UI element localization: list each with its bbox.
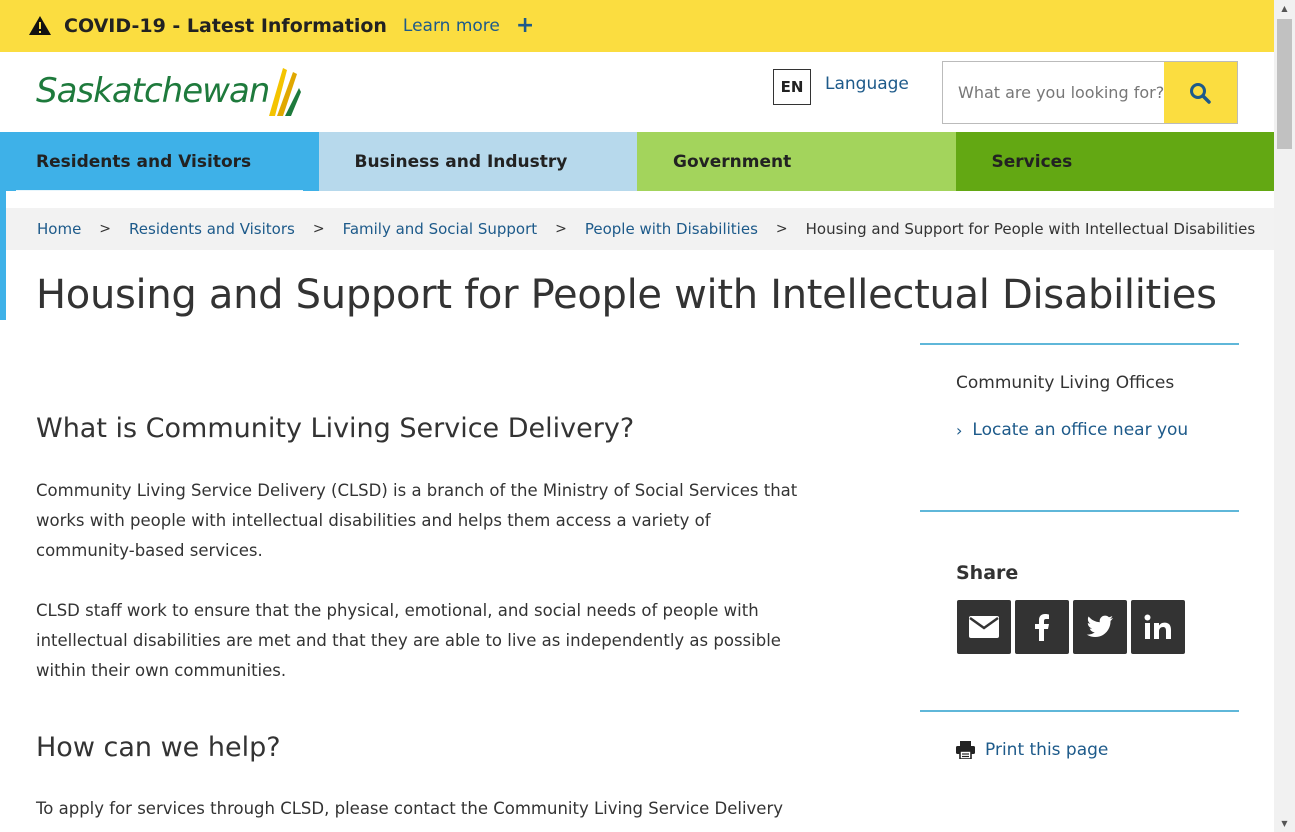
nav-active-underline: [16, 190, 303, 191]
print-page-label: Print this page: [985, 740, 1109, 760]
language-code-badge[interactable]: EN: [773, 69, 811, 105]
share-twitter-button[interactable]: [1073, 600, 1127, 654]
linkedin-icon: [1144, 614, 1171, 639]
nav-label: Government: [673, 151, 792, 172]
warning-icon: [29, 16, 51, 35]
paragraph-clsd-staff: CLSD staff work to ensure that the physi…: [36, 596, 806, 686]
breadcrumb-home[interactable]: Home: [37, 220, 81, 238]
printer-icon: [956, 741, 975, 759]
paragraph-line: within their own communities.: [36, 661, 287, 680]
covid-banner: COVID-19 - Latest Information Learn more…: [0, 0, 1274, 52]
main-nav: Residents and Visitors Business and Indu…: [0, 132, 1274, 191]
breadcrumb-separator: >: [555, 221, 567, 237]
share-title: Share: [956, 562, 1019, 584]
print-page-link[interactable]: Print this page: [956, 740, 1108, 760]
breadcrumb-current: Housing and Support for People with Inte…: [805, 220, 1256, 238]
scrollbar-thumb[interactable]: [1277, 19, 1292, 149]
paragraph-line: works with people with intellectual disa…: [36, 511, 711, 530]
vertical-scrollbar[interactable]: ▲ ▼: [1274, 0, 1295, 832]
nav-label: Services: [991, 151, 1073, 172]
breadcrumb-family-and-social-support[interactable]: Family and Social Support: [343, 220, 538, 238]
site-header: Saskatchewan EN Language: [0, 52, 1274, 132]
language-link[interactable]: Language: [825, 74, 909, 94]
logo-text: Saskatchewan: [36, 71, 270, 111]
breadcrumb-separator: >: [99, 221, 112, 237]
sidebar-divider: [920, 510, 1239, 512]
facebook-icon: [1035, 614, 1049, 641]
paragraph-line: To apply for services through CLSD, plea…: [36, 799, 783, 818]
share-linkedin-button[interactable]: [1131, 600, 1185, 654]
paragraph-clsd-intro: Community Living Service Delivery (CLSD)…: [36, 476, 806, 566]
search-box: [942, 61, 1238, 124]
section-heading-what-is-clsd: What is Community Living Service Deliver…: [36, 413, 635, 444]
breadcrumb-separator: >: [312, 221, 325, 237]
nav-business-and-industry[interactable]: Business and Industry: [318, 132, 637, 191]
paragraph-apply: To apply for services through CLSD, plea…: [36, 794, 806, 824]
saskatchewan-logo[interactable]: Saskatchewan: [36, 62, 302, 120]
wheat-logo-icon: [269, 68, 302, 116]
locate-office-link[interactable]: › Locate an office near you: [956, 420, 1188, 440]
nav-government[interactable]: Government: [637, 132, 956, 191]
share-email-button[interactable]: [957, 600, 1011, 654]
search-input[interactable]: [943, 62, 1164, 123]
chevron-right-icon: ›: [956, 420, 963, 440]
share-facebook-button[interactable]: [1015, 600, 1069, 654]
share-buttons: [957, 600, 1185, 654]
sidebar-divider: [920, 710, 1239, 712]
expand-plus-icon[interactable]: +: [516, 15, 534, 37]
twitter-icon: [1086, 615, 1113, 637]
breadcrumb-people-with-disabilities[interactable]: People with Disabilities: [585, 220, 758, 238]
sidebar-offices-title: Community Living Offices: [956, 373, 1175, 393]
scroll-up-arrow-icon[interactable]: ▲: [1274, 0, 1295, 17]
scroll-down-arrow-icon[interactable]: ▼: [1274, 815, 1295, 832]
search-button[interactable]: [1163, 62, 1237, 123]
locate-office-label: Locate an office near you: [972, 420, 1189, 440]
covid-learn-more-link[interactable]: Learn more: [403, 16, 500, 36]
paragraph-line: intellectual disabilities are met and th…: [36, 631, 781, 650]
nav-residents-and-visitors[interactable]: Residents and Visitors: [0, 132, 319, 191]
nav-label: Residents and Visitors: [36, 151, 252, 172]
breadcrumb: Home > Residents and Visitors > Family a…: [6, 208, 1274, 250]
covid-banner-title: COVID-19 - Latest Information: [64, 15, 387, 37]
breadcrumb-separator: >: [775, 221, 788, 237]
sidebar-divider: [920, 343, 1239, 345]
nav-label: Business and Industry: [354, 151, 568, 172]
paragraph-line: CLSD staff work to ensure that the physi…: [36, 601, 759, 620]
breadcrumb-residents-and-visitors[interactable]: Residents and Visitors: [129, 220, 295, 238]
paragraph-line: community-based services.: [36, 541, 263, 560]
nav-services[interactable]: Services: [955, 132, 1274, 191]
paragraph-line: Community Living Service Delivery (CLSD)…: [36, 481, 798, 500]
page-title: Housing and Support for People with Inte…: [36, 272, 1217, 318]
section-heading-how-can-we-help: How can we help?: [36, 732, 281, 763]
search-icon: [1190, 82, 1212, 104]
email-icon: [969, 616, 999, 638]
